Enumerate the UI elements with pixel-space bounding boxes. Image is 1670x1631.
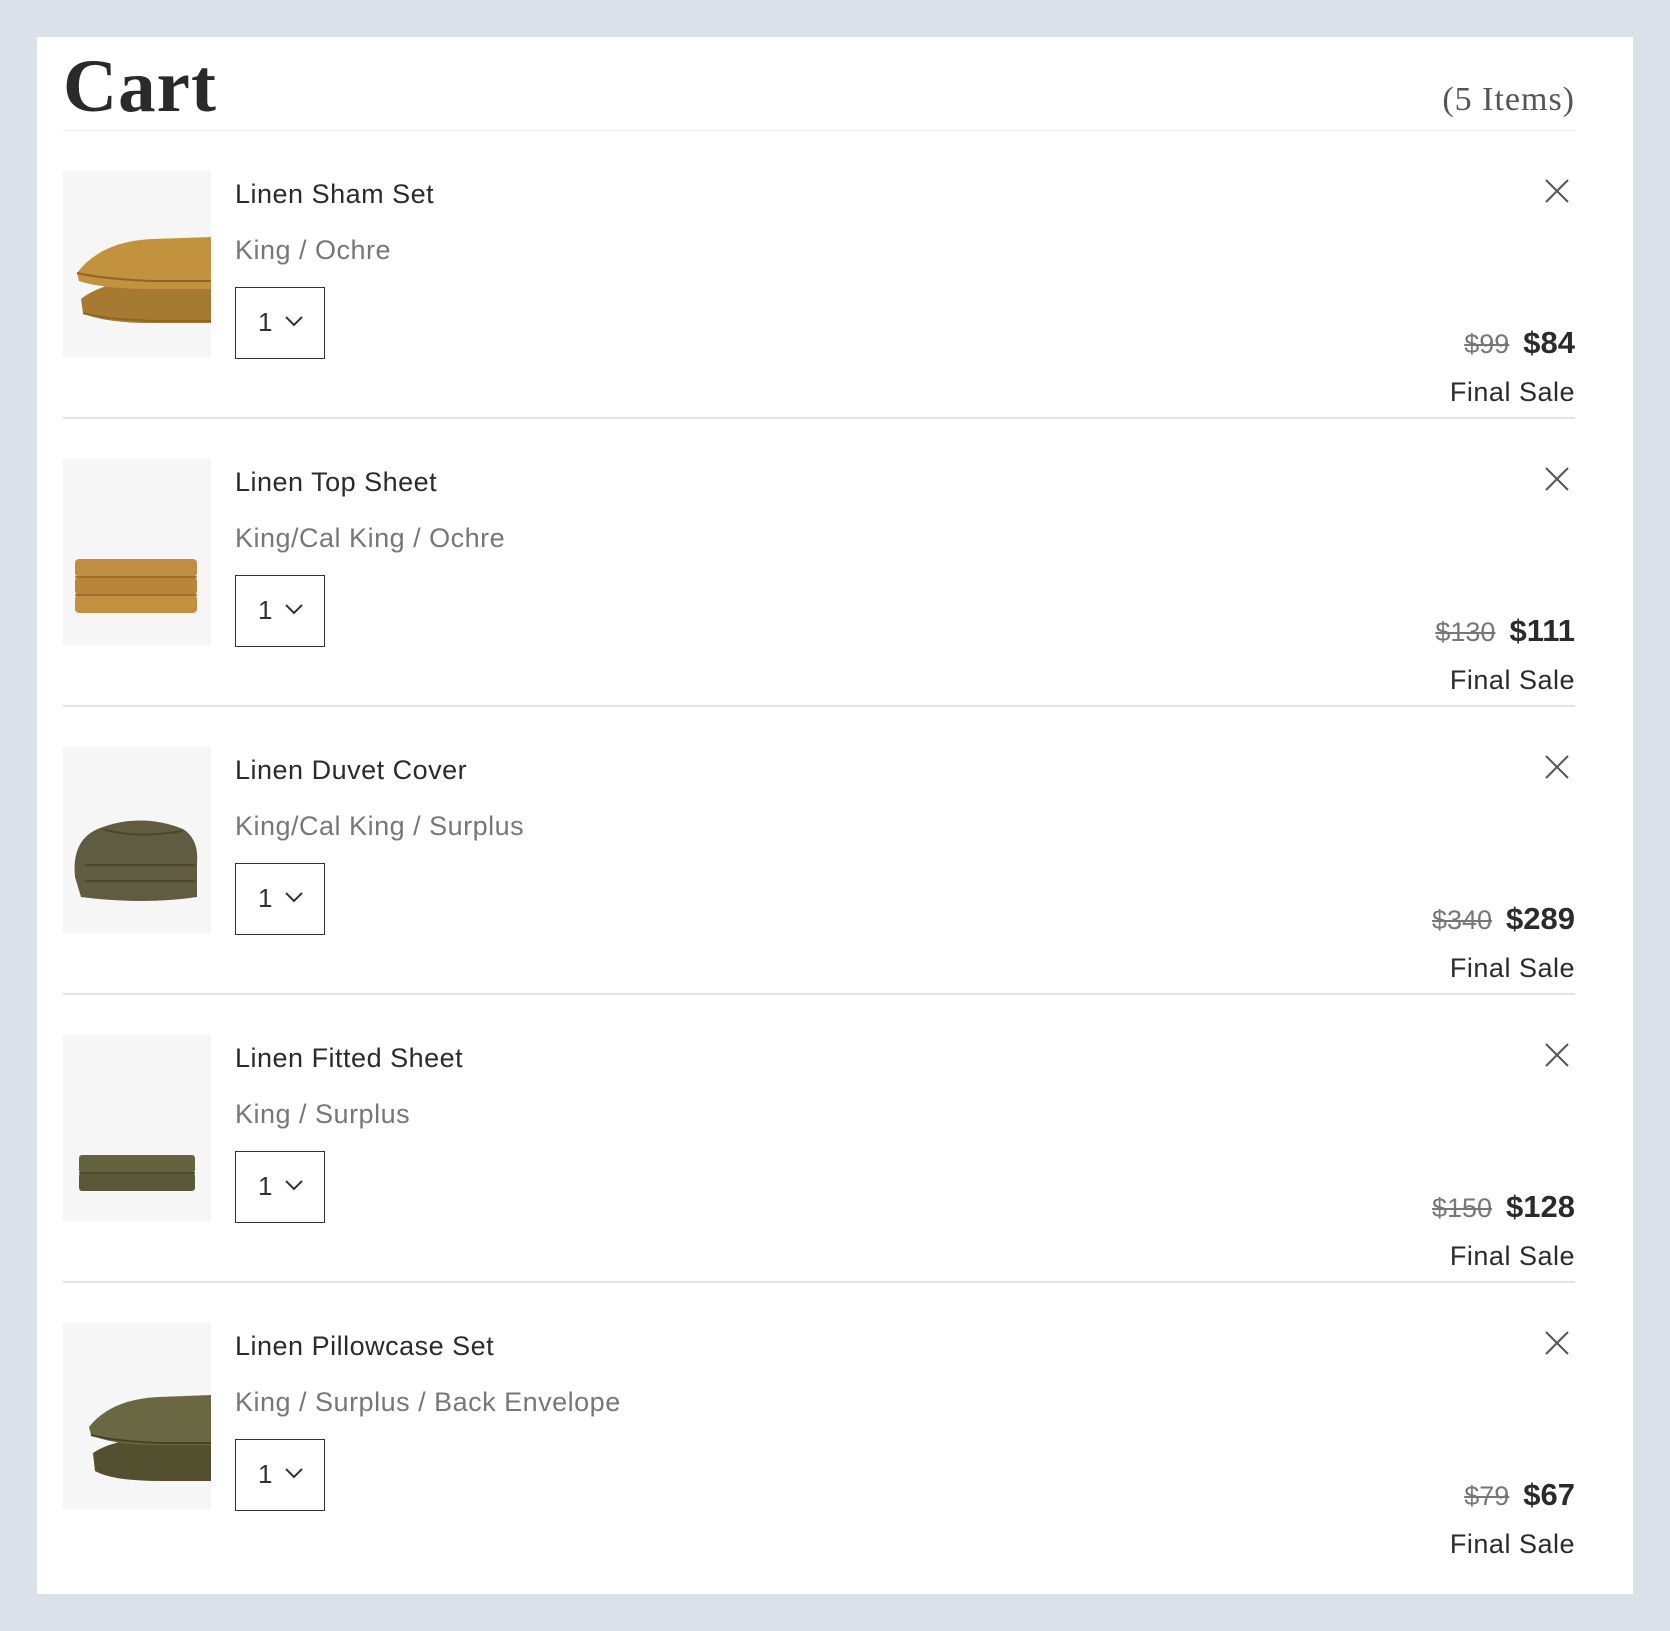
product-image[interactable] xyxy=(63,171,211,357)
product-variant: King / Surplus xyxy=(235,1099,411,1129)
cart-header: Cart (5 Items) xyxy=(63,37,1575,131)
quantity-value: 1 xyxy=(258,1171,273,1201)
quantity-select[interactable]: 1 xyxy=(235,863,325,935)
original-price: $99 xyxy=(1464,329,1510,359)
product-image[interactable] xyxy=(63,747,211,933)
product-variant: King/Cal King / Surplus xyxy=(235,811,525,841)
chevron-down-icon xyxy=(285,316,303,327)
quantity-select[interactable]: 1 xyxy=(235,287,325,359)
cart-item: Linen Sham Set King / Ochre 1 $99 $84 Fin… xyxy=(63,131,1575,419)
final-sale-label: Final Sale xyxy=(1449,1529,1575,1559)
close-icon[interactable] xyxy=(1543,1041,1571,1069)
product-name[interactable]: Linen Fitted Sheet xyxy=(235,1043,463,1074)
original-price: $79 xyxy=(1464,1481,1510,1511)
item-count: (5 Items) xyxy=(1442,81,1575,118)
product-image[interactable] xyxy=(63,1323,211,1509)
final-sale-label: Final Sale xyxy=(1449,1241,1575,1271)
surplus-sheet-image xyxy=(79,1155,195,1191)
price-block: $340 $289 xyxy=(1432,901,1575,937)
original-price: $130 xyxy=(1435,617,1496,647)
product-image[interactable] xyxy=(63,1035,211,1221)
quantity-select[interactable]: 1 xyxy=(235,1151,325,1223)
cart-item: Linen Duvet Cover King/Cal King / Surplu… xyxy=(63,707,1575,995)
price-block: $99 $84 xyxy=(1464,325,1575,361)
quantity-select[interactable]: 1 xyxy=(235,1439,325,1511)
close-icon[interactable] xyxy=(1543,177,1571,205)
price-block: $79 $67 xyxy=(1464,1477,1575,1513)
price-block: $150 $128 xyxy=(1432,1189,1575,1225)
ochre-sheet-image xyxy=(75,559,197,613)
cart-items-list: Linen Sham Set King / Ochre 1 $99 $84 Fin… xyxy=(63,131,1575,1569)
quantity-value: 1 xyxy=(258,595,273,625)
ochre-pillows-image xyxy=(76,237,211,323)
chevron-down-icon xyxy=(285,1468,303,1479)
surplus-duvet-image xyxy=(74,820,198,901)
quantity-value: 1 xyxy=(258,1459,273,1489)
sale-price: $67 xyxy=(1523,1477,1575,1512)
final-sale-label: Final Sale xyxy=(1449,377,1575,407)
close-icon[interactable] xyxy=(1543,753,1571,781)
chevron-down-icon xyxy=(285,892,303,903)
product-name[interactable]: Linen Top Sheet xyxy=(235,467,437,498)
final-sale-label: Final Sale xyxy=(1449,953,1575,983)
original-price: $340 xyxy=(1431,905,1493,935)
product-name[interactable]: Linen Duvet Cover xyxy=(235,755,467,786)
final-sale-label: Final Sale xyxy=(1449,665,1575,695)
page-title: Cart xyxy=(63,45,217,128)
cart-item: Linen Pillowcase Set King / Surplus / Ba… xyxy=(63,1283,1575,1569)
close-icon[interactable] xyxy=(1543,1329,1571,1357)
sale-price: $289 xyxy=(1506,901,1575,936)
sale-price: $128 xyxy=(1506,1189,1575,1224)
cart-item: Linen Top Sheet King/Cal King / Ochre 1 … xyxy=(63,419,1575,707)
product-image[interactable] xyxy=(63,459,211,645)
chevron-down-icon xyxy=(285,1180,303,1191)
sale-price: $111 xyxy=(1509,613,1575,648)
quantity-select[interactable]: 1 xyxy=(235,575,325,647)
product-name[interactable]: Linen Sham Set xyxy=(235,179,434,210)
close-icon[interactable] xyxy=(1543,465,1571,493)
sale-price: $84 xyxy=(1523,325,1575,360)
product-variant: King / Ochre xyxy=(235,235,392,265)
original-price: $150 xyxy=(1431,1193,1493,1223)
product-name[interactable]: Linen Pillowcase Set xyxy=(235,1331,494,1362)
chevron-down-icon xyxy=(285,604,303,615)
quantity-value: 1 xyxy=(258,883,273,913)
cart-panel: Cart (5 Items) Linen Sham Set King / Och… xyxy=(37,37,1633,1594)
cart-item: Linen Fitted Sheet King / Surplus 1 $150… xyxy=(63,995,1575,1283)
product-variant: King/Cal King / Ochre xyxy=(235,523,506,553)
price-block: $130 $111 xyxy=(1435,613,1575,649)
product-variant: King / Surplus / Back Envelope xyxy=(235,1387,621,1417)
surplus-pillows-image xyxy=(89,1395,211,1481)
quantity-value: 1 xyxy=(258,307,273,337)
